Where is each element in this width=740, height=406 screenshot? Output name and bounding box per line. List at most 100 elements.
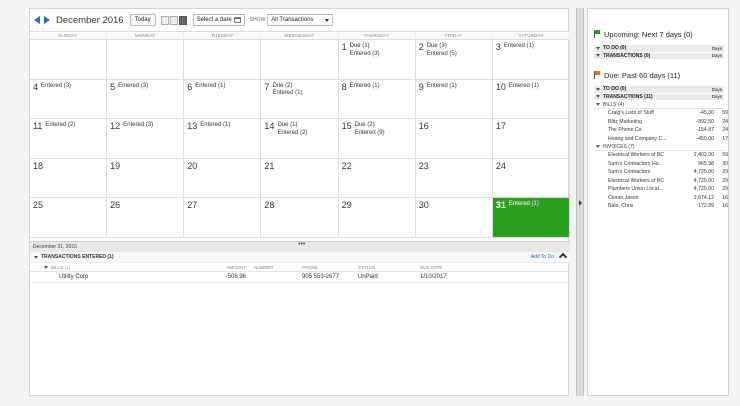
panel-splitter[interactable] — [576, 8, 584, 396]
calendar-day-cell[interactable]: 27 — [184, 198, 262, 237]
list-item[interactable]: Electrical Workers of BC 4,725.00 29 — [594, 177, 728, 186]
day-entries: Due (2) Entered (9) — [355, 121, 385, 156]
table-row[interactable]: Utility Corp -508.96 905 553-2677 UnPaid… — [30, 272, 570, 283]
calendar-day-cell[interactable] — [261, 40, 339, 79]
item-days: 24 — [722, 118, 728, 125]
day-entry-link[interactable]: Entered (1) — [350, 83, 380, 91]
today-button[interactable]: Today — [129, 14, 156, 26]
upcoming-transactions-section[interactable]: TRANSACTIONS (0) Days — [594, 52, 724, 60]
transactions-entered-header[interactable]: TRANSACTIONS ENTERED (1) Add To Do — [30, 252, 570, 263]
calendar-day-cell[interactable] — [30, 40, 108, 79]
transactions-entered-toggle[interactable]: TRANSACTIONS ENTERED (1) — [30, 252, 114, 262]
day-entry-link[interactable]: Entered (3) — [41, 83, 71, 91]
list-item[interactable]: Electrical Workers of BC 2,402.00 59 — [594, 151, 728, 160]
day-entry-link[interactable]: Due (2) — [272, 83, 302, 91]
date-picker-input[interactable]: Select a date — [192, 14, 245, 26]
upcoming-header: Upcoming: Next 7 days (0) — [594, 29, 724, 39]
due-bills-group[interactable]: BILLS (4) — [594, 101, 724, 109]
collapse-chevron-icon[interactable] — [558, 252, 568, 262]
bills-group-toggle[interactable]: BILLS (1) — [30, 265, 220, 270]
day-entry-link[interactable]: Entered (1) — [427, 83, 457, 91]
calendar-day-cell[interactable]: 15 Due (2) Entered (9) — [339, 119, 416, 158]
day-entry-link[interactable]: Entered (1) — [509, 83, 539, 91]
due-invoices-group[interactable]: INVOICES (7) — [594, 143, 724, 151]
calendar-week-row: 4 Entered (3) 5 Entered (3) 6 Entered (1) 7 Due… — [30, 79, 570, 119]
transaction-filter-select[interactable]: All Transactions — [267, 14, 334, 26]
list-item[interactable]: Cioran,Jason 2,674.12 16 — [594, 194, 728, 203]
upcoming-todo-section[interactable]: TO DO (0) Days — [594, 45, 724, 53]
calendar-day-cell[interactable]: 11 Entered (2) — [30, 119, 108, 158]
list-item[interactable]: Sam's Contractors 4,725.00 29 — [594, 168, 728, 177]
calendar-day-cell[interactable] — [184, 40, 262, 79]
week-view-icon[interactable] — [169, 15, 178, 25]
day-number: 12 — [110, 121, 121, 131]
item-days: 29 — [722, 177, 728, 184]
calendar-day-cell[interactable]: 26 — [107, 198, 185, 237]
calendar-day-cell[interactable]: 6 Entered (1) — [184, 79, 262, 118]
calendar-day-cell[interactable]: 5 Entered (3) — [107, 79, 185, 118]
calendar-day-cell[interactable]: 25 — [30, 198, 108, 237]
list-item[interactable]: Plumbers Union Local... 4,725.00 29 — [594, 185, 728, 194]
calendar-day-cell[interactable] — [107, 40, 185, 79]
list-item[interactable]: The Phone Co -154.87 24 — [594, 126, 728, 135]
day-entry-link[interactable]: Entered (5) — [427, 51, 457, 59]
calendar-day-cell[interactable]: 3 Entered (1) — [493, 40, 570, 79]
calendar-day-cell[interactable]: 13 Entered (1) — [184, 119, 262, 158]
month-view-icon[interactable] — [178, 15, 187, 25]
calendar-day-cell[interactable]: 22 — [339, 158, 416, 197]
day-view-icon[interactable] — [160, 15, 169, 25]
expand-arrow-icon[interactable] — [579, 200, 582, 206]
list-item[interactable]: Sam's Contractors Ho... 965.98 30 — [594, 160, 728, 169]
day-entry-link[interactable]: Due (2) — [355, 122, 385, 130]
calendar-day-cell[interactable]: 20 — [184, 158, 262, 197]
day-entry-link[interactable]: Entered (2) — [277, 130, 307, 138]
calendar-day-cell[interactable]: 16 — [416, 119, 493, 158]
detail-date: December 31, 2016 — [33, 244, 77, 250]
day-number: 26 — [110, 200, 121, 210]
calendar-day-cell[interactable]: 1 Due (1) Entered (3) — [339, 40, 416, 79]
day-entry-link[interactable]: Due (3) — [427, 43, 457, 51]
list-item[interactable]: Hoang and Company C... -450.00 17 — [594, 135, 728, 144]
day-entry-link[interactable]: Entered (1) — [504, 43, 534, 51]
calendar-day-cell[interactable]: 30 — [416, 198, 493, 237]
calendar-day-cell[interactable]: 28 — [261, 198, 339, 237]
calendar-day-cell[interactable]: 29 — [339, 198, 416, 237]
day-entry-link[interactable]: Entered (9) — [355, 130, 385, 138]
calendar-day-cell[interactable]: 4 Entered (3) — [30, 79, 108, 118]
day-entry-link[interactable]: Due (1) — [350, 43, 380, 51]
bill-amount: -508.96 — [225, 274, 246, 280]
day-entry-link[interactable]: Entered (1) — [200, 122, 230, 130]
calendar-day-cell[interactable]: 12 Entered (3) — [107, 119, 185, 158]
day-entry-link[interactable]: Entered (3) — [350, 51, 380, 59]
calendar-day-cell[interactable]: 24 — [493, 158, 570, 197]
day-entry-link[interactable]: Entered (1) — [272, 90, 302, 98]
due-transactions-section[interactable]: TRANSACTIONS (11) Days — [594, 93, 724, 101]
calendar-day-cell[interactable]: 7 Due (2) Entered (1) — [261, 79, 339, 118]
day-entry-link[interactable]: Due (1) — [277, 122, 307, 130]
list-item[interactable]: Craig's Lists of Stuff -45.00 59 — [594, 109, 728, 118]
due-todo-section[interactable]: TO DO (0) Days — [594, 86, 724, 94]
prev-month-arrow-icon[interactable] — [34, 16, 40, 24]
calendar-day-cell[interactable]: 23 — [416, 158, 493, 197]
resize-handle-icon[interactable]: ••• — [298, 241, 305, 248]
calendar-day-cell[interactable]: 21 — [261, 158, 339, 197]
calendar-day-cell[interactable]: 18 — [30, 158, 108, 197]
day-entry-link[interactable]: Entered (2) — [45, 122, 75, 130]
day-entry-link[interactable]: Entered (1) — [509, 201, 539, 209]
list-item[interactable]: Blitz Marketing -892.50 24 — [594, 118, 728, 127]
calendar-day-cell[interactable]: 10 Entered (1) — [493, 79, 570, 118]
add-todo-link[interactable]: Add To Do — [531, 254, 554, 260]
calendar-day-cell[interactable]: 2 Due (3) Entered (5) — [416, 40, 493, 79]
day-entry-link[interactable]: Entered (3) — [118, 83, 148, 91]
calendar-day-cell-selected[interactable]: 31 Entered (1) — [492, 198, 570, 237]
calendar-day-cell[interactable]: 17 — [493, 119, 570, 158]
list-item[interactable]: Bain, Chris 172.89 16 — [594, 202, 728, 211]
calendar-day-cell[interactable]: 9 Entered (1) — [416, 79, 493, 118]
calendar-day-cell[interactable]: 19 — [107, 158, 185, 197]
next-month-arrow-icon[interactable] — [44, 16, 50, 24]
day-entry-link[interactable]: Entered (3) — [123, 122, 153, 130]
calendar-day-cell[interactable]: 8 Entered (1) — [339, 79, 416, 118]
calendar-day-cell[interactable]: 14 Due (1) Entered (2) — [261, 119, 339, 158]
calendar-icon[interactable] — [233, 17, 241, 23]
day-entry-link[interactable]: Entered (1) — [195, 83, 225, 91]
